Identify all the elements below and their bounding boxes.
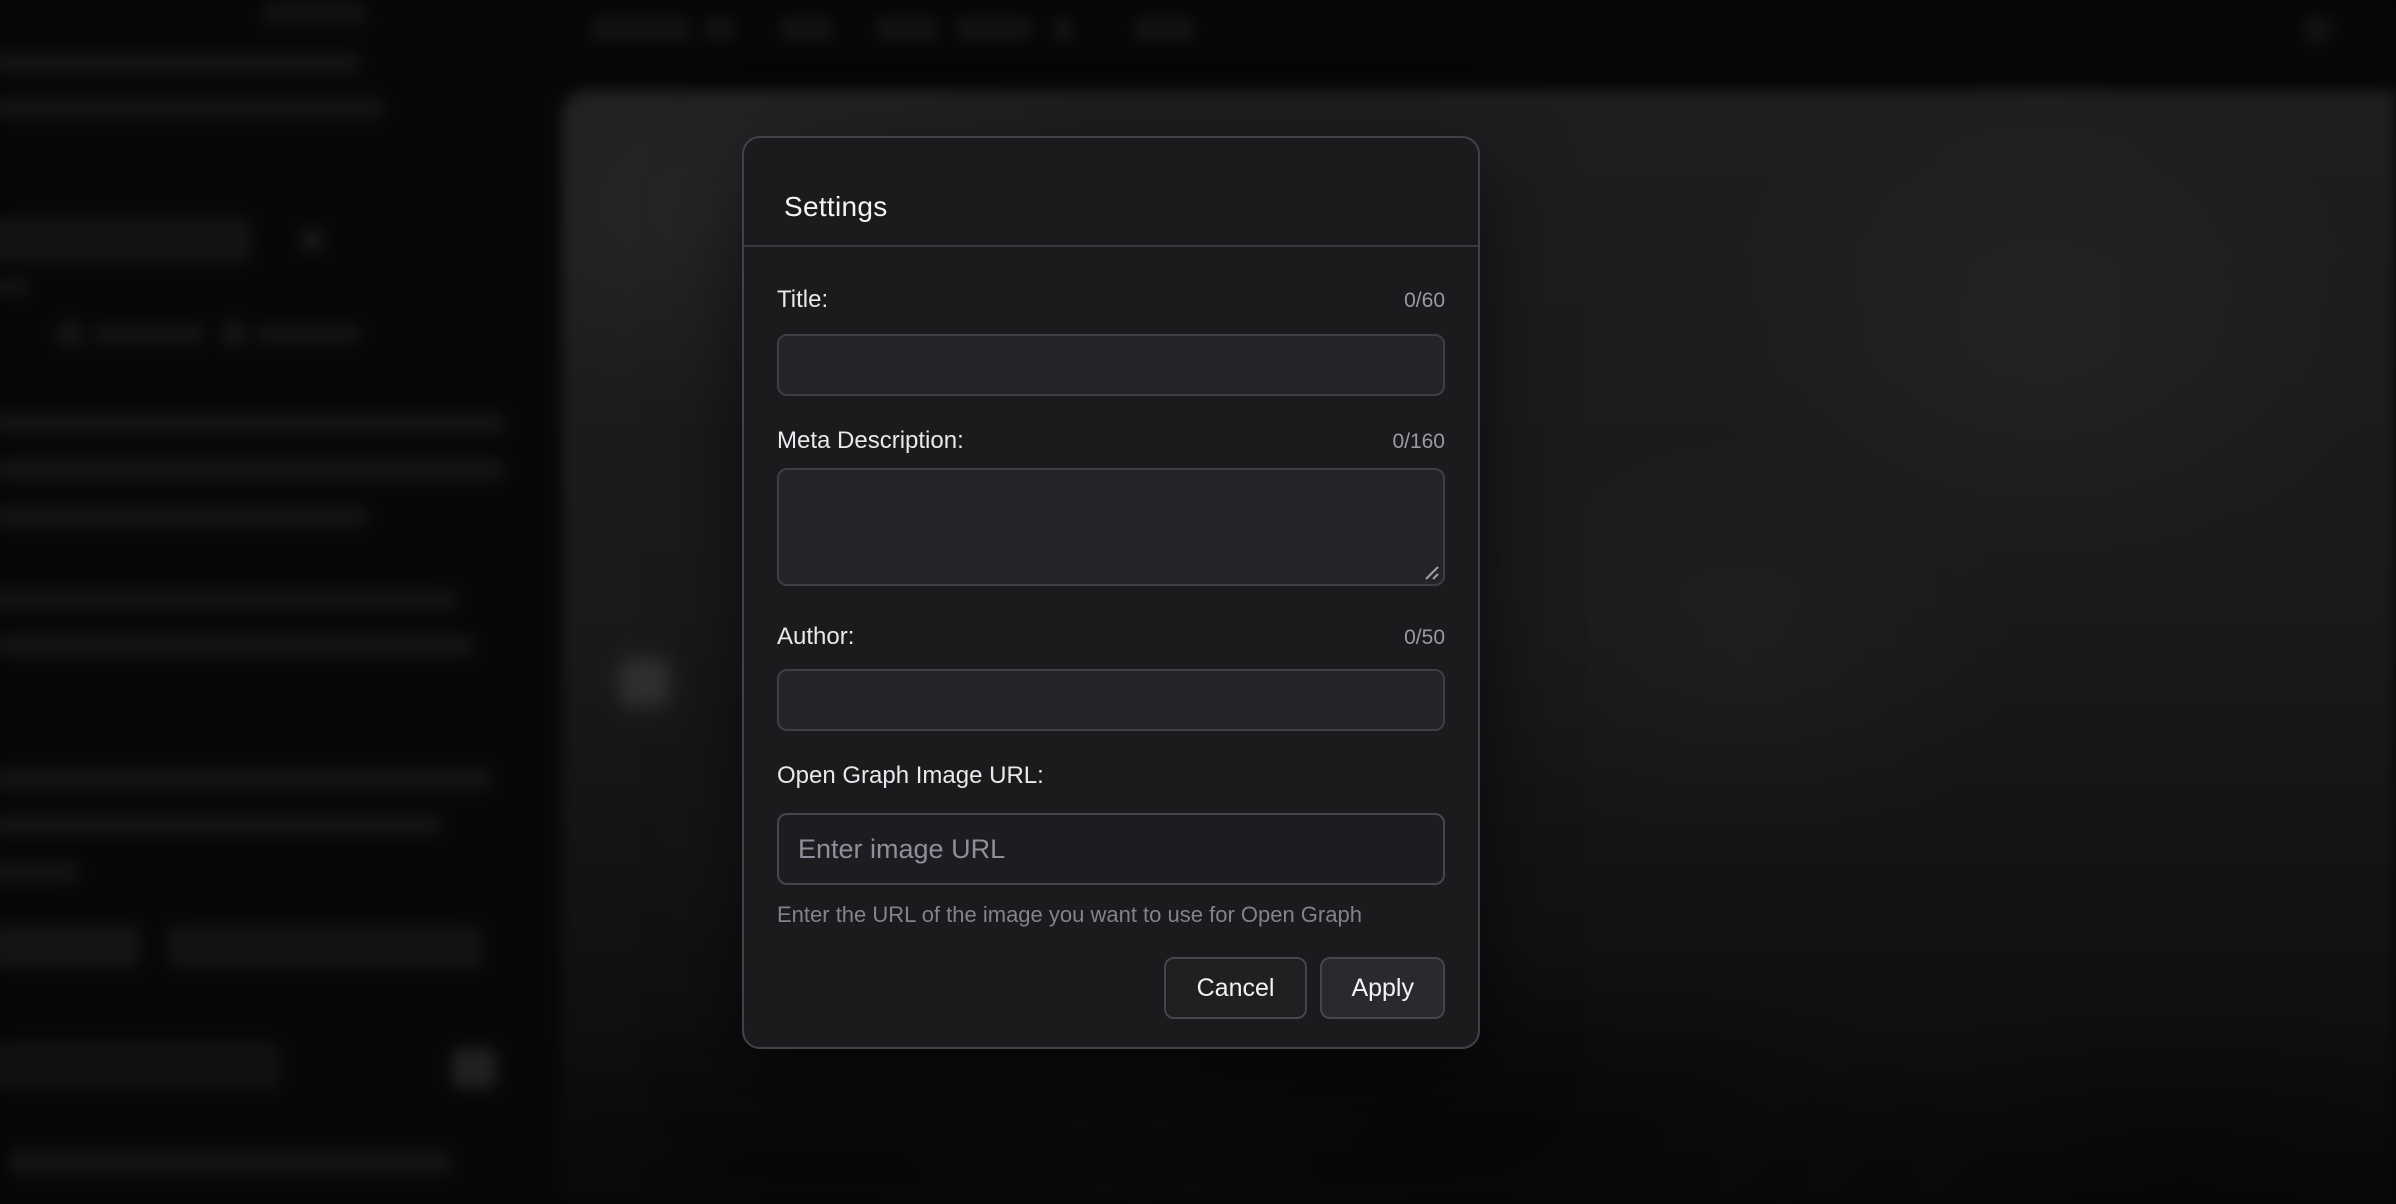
author-char-counter: 0/50 [1404,626,1445,650]
blurred-text-line [0,861,78,883]
canvas-floating-button-blob [620,658,668,706]
author-label: Author: [777,620,854,654]
dialog-title: Settings [784,186,1478,228]
meta-description-textarea[interactable] [777,468,1445,586]
blurred-option-icon [58,322,82,346]
screen: Settings Title: 0/60 Meta Description: 0… [0,0,2396,1204]
blurred-text-line [0,589,458,611]
blurred-text-line [0,278,30,296]
blurred-breadcrumb-segment [955,16,1033,42]
meta-description-label: Meta Description: [777,424,964,458]
blurred-close-icon [300,228,324,252]
author-input[interactable] [777,669,1445,731]
blurred-option-label [255,324,360,344]
blurred-breadcrumb-segment [1132,16,1196,42]
title-label: Title: [777,283,828,317]
title-char-counter: 0/60 [1404,289,1445,313]
blurred-text-line [8,1150,452,1174]
apply-button[interactable]: Apply [1320,957,1445,1019]
blurred-input-blob [0,1042,279,1090]
blurred-text-line [0,814,442,836]
blurred-breadcrumb-segment [1052,16,1075,42]
meta-description-char-counter: 0/160 [1392,430,1445,454]
blurred-text-line [0,768,492,790]
title-input[interactable] [777,334,1445,396]
blurred-text-line [0,635,475,657]
open-graph-image-url-input[interactable] [777,813,1445,885]
blurred-breadcrumb-segment [875,16,939,42]
sidebar-tab-blob [263,0,366,24]
blurred-button-blob [168,925,482,968]
sidebar-panel [0,0,562,1204]
blurred-breadcrumb-segment [590,16,691,42]
cancel-button[interactable]: Cancel [1164,957,1308,1019]
settings-dialog: Settings Title: 0/60 Meta Description: 0… [742,136,1480,1049]
blurred-text-line [0,97,385,119]
blurred-text-line [0,459,505,481]
open-graph-image-url-label: Open Graph Image URL: [777,759,1044,793]
topbar [562,0,2396,90]
blurred-text-line [0,412,505,434]
blurred-text-line [0,52,360,74]
blurred-breadcrumb-segment [779,16,834,42]
blurred-option-label [92,324,205,344]
open-graph-helper-text: Enter the URL of the image you want to u… [777,901,1445,929]
blurred-input-blob [0,218,252,262]
blurred-button-blob [0,925,140,968]
blurred-topright-icon [2296,8,2340,52]
blurred-option-icon [222,322,246,346]
blurred-text-line [0,506,368,528]
dialog-divider [744,245,1478,247]
blurred-icon-button [452,1048,496,1088]
blurred-breadcrumb-segment [703,16,735,42]
